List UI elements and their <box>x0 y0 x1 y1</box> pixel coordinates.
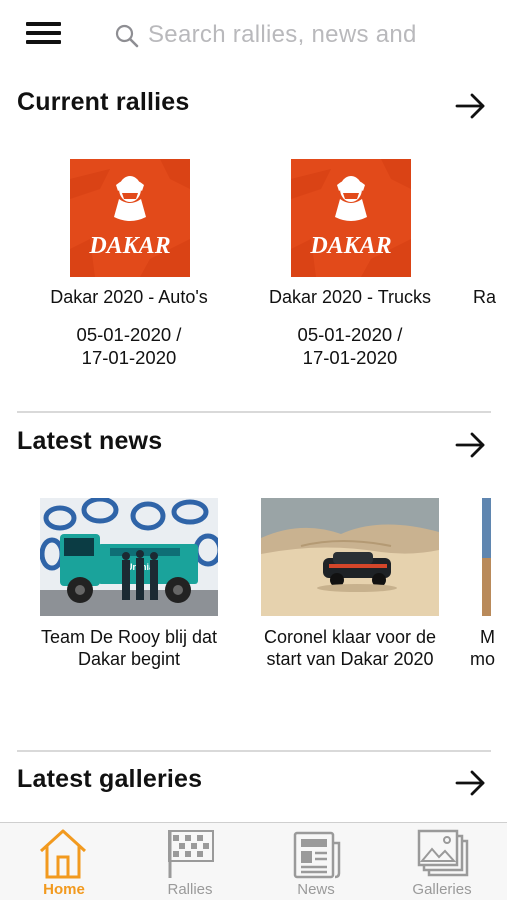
rally-date-start: 05-01-2020 / <box>297 324 403 345</box>
dakar-logo-text: DAKAR <box>88 233 170 259</box>
news-title: Coronel klaar voor de start van Dakar 20… <box>263 627 437 669</box>
news-peek-title[interactable]: M <box>480 627 495 648</box>
latest-galleries-heading: Latest galleries <box>17 765 203 793</box>
news-icon <box>293 831 341 879</box>
news-image-desert-car <box>261 498 439 616</box>
hamburger-menu-icon[interactable] <box>26 20 62 48</box>
search-icon <box>115 24 139 48</box>
rally-date-end: 17-01-2020 <box>302 347 398 368</box>
rally-dates: 05-01-2020 / 17-01-2020 <box>250 323 450 369</box>
rally-name: Dakar 2020 - Auto's <box>50 287 208 307</box>
rallies-arrow-right-icon[interactable] <box>455 92 487 120</box>
tab-label: News <box>297 881 335 898</box>
home-icon <box>39 829 87 879</box>
section-divider <box>17 411 491 413</box>
tab-label: Home <box>43 881 85 898</box>
news-image-truck: Urania <box>40 498 218 616</box>
galleries-arrow-right-icon[interactable] <box>455 769 487 797</box>
search-input[interactable]: Search rallies, news and <box>112 18 492 54</box>
news-peek-image[interactable] <box>482 498 491 616</box>
rally-peek-name[interactable]: Ra <box>473 287 496 308</box>
top-bar: Search rallies, news and <box>0 0 507 72</box>
tab-galleries[interactable]: Galleries <box>379 823 505 900</box>
galleries-icon <box>417 829 469 877</box>
tab-bar: Home Rallies News Galleries <box>0 822 507 900</box>
current-rallies-heading: Current rallies <box>17 88 190 116</box>
dakar-logo: DAKAR <box>291 159 411 277</box>
news-title: Team De Rooy blij dat Dakar begint <box>40 627 218 669</box>
news-peek-title-line2[interactable]: mo <box>470 649 495 670</box>
tab-news[interactable]: News <box>253 823 379 900</box>
rally-date-start: 05-01-2020 / <box>76 324 182 345</box>
tab-label: Rallies <box>167 881 213 898</box>
section-divider <box>17 750 491 752</box>
news-arrow-right-icon[interactable] <box>455 431 487 459</box>
dakar-logo: DAKAR <box>70 159 190 277</box>
latest-news-heading: Latest news <box>17 427 163 455</box>
rally-dates: 05-01-2020 / 17-01-2020 <box>29 323 229 369</box>
tab-rallies[interactable]: Rallies <box>127 823 253 900</box>
rally-name: Dakar 2020 - Trucks <box>268 287 432 307</box>
search-placeholder: Search rallies, news and <box>148 21 417 48</box>
dakar-logo-text: DAKAR <box>309 233 391 259</box>
tab-label: Galleries <box>412 881 472 898</box>
tab-home[interactable]: Home <box>1 823 127 900</box>
rally-date-end: 17-01-2020 <box>81 347 177 368</box>
flag-icon <box>168 830 214 878</box>
